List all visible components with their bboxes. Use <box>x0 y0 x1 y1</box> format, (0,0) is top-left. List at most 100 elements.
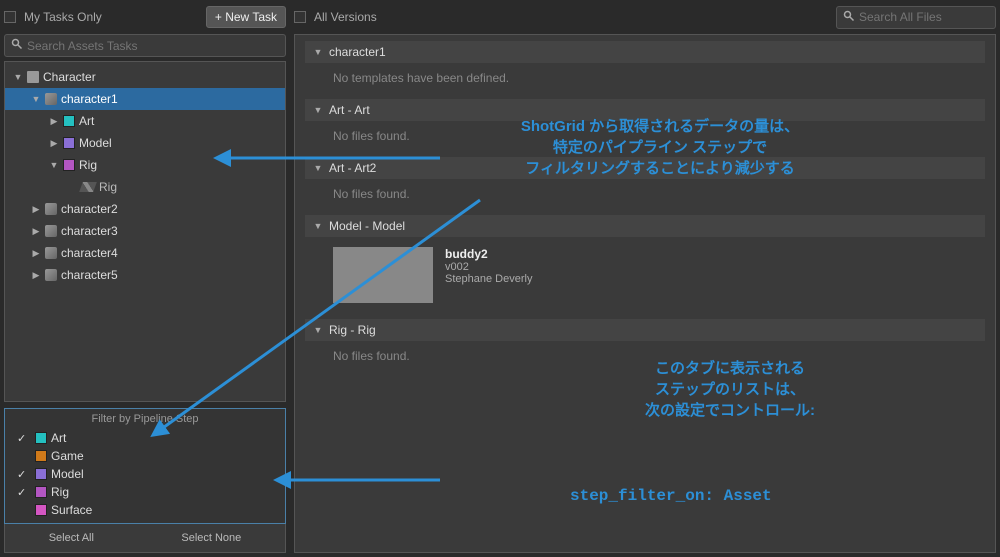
step-swatch-icon <box>35 486 47 498</box>
folder-icon <box>27 71 39 83</box>
my-tasks-checkbox[interactable] <box>4 11 16 23</box>
tree-label: Art <box>79 114 94 128</box>
tree-item-character3[interactable]: character3 <box>5 220 285 242</box>
cube-icon <box>45 225 57 237</box>
chevron-right-icon <box>31 204 41 215</box>
section-title: character1 <box>329 45 386 59</box>
right-panel: All Versions character1 No templates hav… <box>290 0 1000 557</box>
select-all-button[interactable]: Select All <box>41 530 102 546</box>
filter-row-art[interactable]: ✓ Art <box>5 429 285 447</box>
chevron-down-icon <box>49 160 59 170</box>
filter-row-model[interactable]: ✓ Model <box>5 465 285 483</box>
filter-label: Surface <box>51 503 92 517</box>
new-task-button[interactable]: + New Task <box>206 6 286 28</box>
section-model-model[interactable]: Model - Model <box>305 215 985 237</box>
all-versions-checkbox[interactable] <box>294 11 306 23</box>
check-icon: ✓ <box>17 432 31 445</box>
asset-name: buddy2 <box>445 247 532 261</box>
tree-label: Rig <box>99 180 117 194</box>
filter-label: Art <box>51 431 66 445</box>
step-swatch-icon <box>35 432 47 444</box>
left-toolbar: My Tasks Only + New Task <box>4 4 286 30</box>
cube-icon <box>45 93 57 105</box>
filter-label: Rig <box>51 485 69 499</box>
chevron-down-icon <box>313 221 323 231</box>
tree-label: character4 <box>61 246 118 260</box>
chevron-right-icon <box>49 138 59 149</box>
chevron-down-icon <box>13 72 23 82</box>
tree-item-model[interactable]: Model <box>5 132 285 154</box>
asset-search-input[interactable] <box>27 39 279 53</box>
search-icon <box>11 38 23 53</box>
tree-label: Rig <box>79 158 97 172</box>
tree-root-character[interactable]: Character <box>5 66 285 88</box>
file-search-input[interactable] <box>859 10 1000 24</box>
step-swatch-icon <box>35 504 47 516</box>
filter-panel: Filter by Pipeline Step ✓ Art Game ✓ Mod… <box>4 408 286 524</box>
chevron-right-icon <box>31 270 41 281</box>
filter-row-surface[interactable]: Surface <box>5 501 285 519</box>
empty-message: No files found. <box>305 179 985 209</box>
all-versions-label: All Versions <box>314 10 377 24</box>
section-title: Model - Model <box>329 219 405 233</box>
section-title: Rig - Rig <box>329 323 376 337</box>
tree-item-character4[interactable]: character4 <box>5 242 285 264</box>
right-toolbar: All Versions <box>294 4 996 30</box>
tree-label: Character <box>43 70 96 84</box>
asset-info: buddy2 v002 Stephane Deverly <box>445 247 532 303</box>
thumbnail-icon <box>333 247 433 303</box>
asset-tree: Character character1 Art Model Rig Rig <box>4 61 286 402</box>
section-art-art[interactable]: Art - Art <box>305 99 985 121</box>
step-swatch-icon <box>63 137 75 149</box>
file-area: character1 No templates have been define… <box>294 34 996 553</box>
file-search[interactable] <box>836 6 996 29</box>
tree-label: character3 <box>61 224 118 238</box>
empty-message: No templates have been defined. <box>305 63 985 93</box>
tree-item-art[interactable]: Art <box>5 110 285 132</box>
asset-author: Stephane Deverly <box>445 273 532 285</box>
chevron-right-icon <box>49 116 59 127</box>
chevron-down-icon <box>313 163 323 173</box>
chevron-down-icon <box>31 94 41 104</box>
section-title: Art - Art2 <box>329 161 376 175</box>
tree-label: character1 <box>61 92 118 106</box>
left-panel: My Tasks Only + New Task Character chara… <box>0 0 290 557</box>
tree-item-character5[interactable]: character5 <box>5 264 285 286</box>
asset-search[interactable] <box>4 34 286 57</box>
check-icon: ✓ <box>17 486 31 499</box>
filter-row-rig[interactable]: ✓ Rig <box>5 483 285 501</box>
section-character1[interactable]: character1 <box>305 41 985 63</box>
step-swatch-icon <box>63 159 75 171</box>
tree-task-rig[interactable]: Rig <box>5 176 285 198</box>
step-swatch-icon <box>35 450 47 462</box>
asset-item[interactable]: buddy2 v002 Stephane Deverly <box>305 237 985 313</box>
tree-item-character2[interactable]: character2 <box>5 198 285 220</box>
chevron-down-icon <box>313 325 323 335</box>
tree-label: character5 <box>61 268 118 282</box>
step-swatch-icon <box>63 115 75 127</box>
filter-label: Model <box>51 467 84 481</box>
tree-label: character2 <box>61 202 118 216</box>
cube-icon <box>45 269 57 281</box>
filter-panel-title: Filter by Pipeline Step <box>5 413 285 429</box>
select-none-button[interactable]: Select None <box>173 530 249 546</box>
chevron-down-icon <box>313 47 323 57</box>
chevron-right-icon <box>31 226 41 237</box>
section-rig-rig[interactable]: Rig - Rig <box>305 319 985 341</box>
section-art-art2[interactable]: Art - Art2 <box>305 157 985 179</box>
cube-icon <box>45 247 57 259</box>
filter-label: Game <box>51 449 84 463</box>
asset-version: v002 <box>445 261 532 273</box>
check-icon: ✓ <box>17 468 31 481</box>
filter-row-game[interactable]: Game <box>5 447 285 465</box>
empty-message: No files found. <box>305 121 985 151</box>
chevron-down-icon <box>313 105 323 115</box>
cube-icon <box>45 203 57 215</box>
tree-item-character1[interactable]: character1 <box>5 88 285 110</box>
search-icon <box>843 10 855 25</box>
section-title: Art - Art <box>329 103 370 117</box>
filter-bottom-row: Select All Select None <box>4 524 286 553</box>
chevron-right-icon <box>31 248 41 259</box>
tree-item-rig[interactable]: Rig <box>5 154 285 176</box>
step-swatch-icon <box>35 468 47 480</box>
